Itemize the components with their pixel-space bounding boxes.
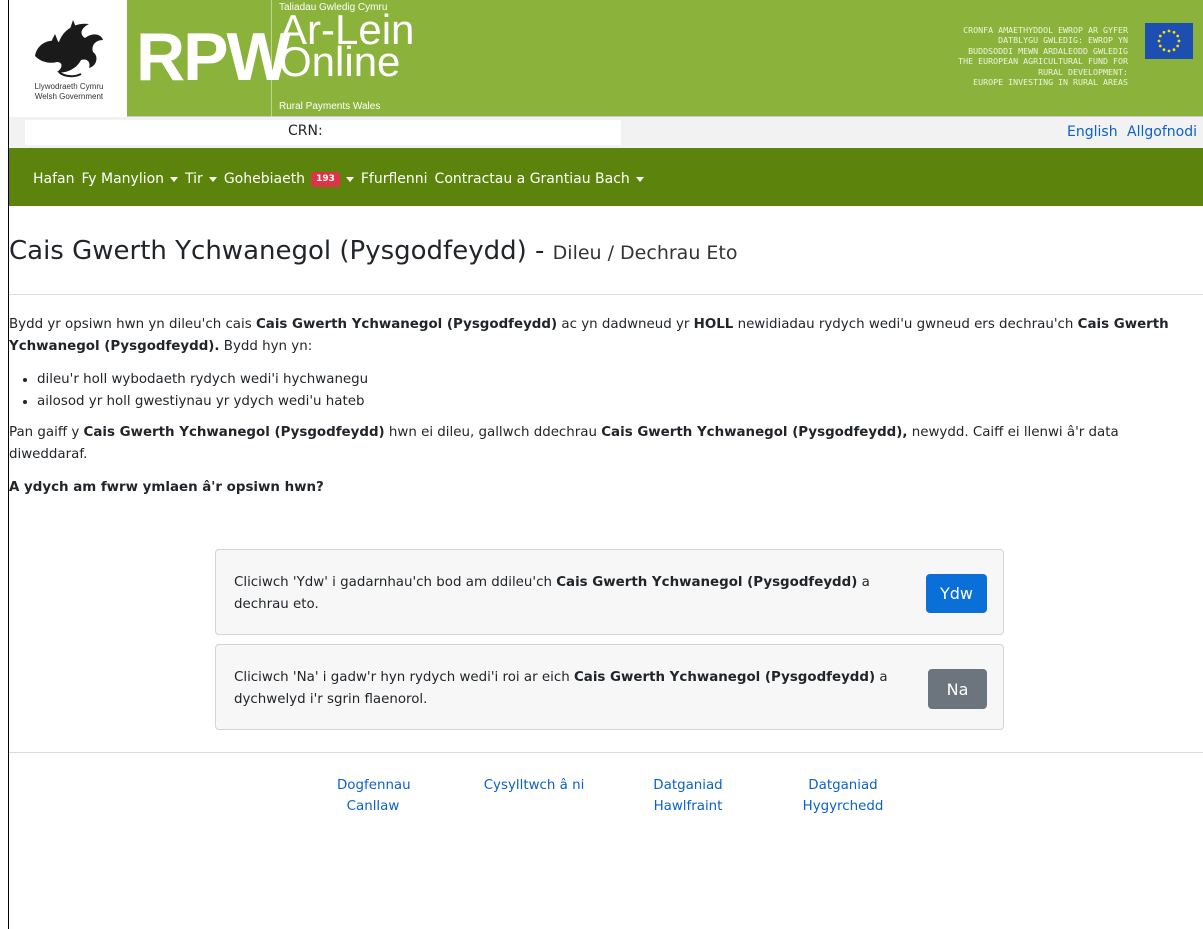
link-line: Datganiad xyxy=(653,778,723,793)
government-name-welsh: Llywodraeth Cymru xyxy=(34,82,104,91)
cancel-card: Cliciwch 'Na' i gadw'r hyn rydych wedi'i… xyxy=(215,644,1004,730)
link-line: Canllaw xyxy=(346,799,400,814)
government-name-english: Welsh Government xyxy=(34,92,104,101)
caret-down-icon xyxy=(345,176,354,182)
application-name: Cais Gwerth Ychwanegol (Pysgodfeydd) xyxy=(83,425,385,440)
nav-label: Hafan xyxy=(33,171,75,187)
eu-flag-icon xyxy=(1145,23,1193,59)
tagline-ar-lein-online: Ar-Lein Online xyxy=(279,9,414,85)
eu-text-line: BUDDSODDI MEWN ARDALEODD GWLEDIG xyxy=(968,45,1128,56)
main-content: Bydd yr opsiwn hwn yn dileu'ch cais Cais… xyxy=(9,314,1189,510)
application-name: Cais Gwerth Ychwanegol (Pysgodfeydd) xyxy=(556,575,858,590)
footer-accessibility-link[interactable]: Datganiad Hygyrchedd xyxy=(796,775,890,817)
text: Bydd yr opsiwn hwn yn dileu'ch cais xyxy=(9,317,256,332)
crn-label: CRN: xyxy=(288,123,323,139)
nav-label: Fy Manylion xyxy=(81,171,165,187)
nav-label: Ffurflenni xyxy=(360,171,428,187)
footer-copyright-link[interactable]: Datganiad Hawlfraint xyxy=(648,775,728,817)
nav-item-contracts[interactable]: Contractau a Grantiau Bach xyxy=(435,171,644,187)
text: Cliciwch 'Na' i gadw'r hyn rydych wedi'i… xyxy=(234,670,574,685)
nav-label: Gohebiaeth xyxy=(223,171,306,187)
main-navbar: Hafan Fy Manylion Tir Gohebiaeth 193 Ffur… xyxy=(9,148,1203,206)
link-line: Dogfennau xyxy=(337,778,411,793)
nav-item-my-details[interactable]: Fy Manylion xyxy=(82,171,179,187)
welsh-government-logo[interactable]: Llywodraeth Cymru Welsh Government xyxy=(9,0,127,117)
confirm-delete-text: Cliciwch 'Ydw' i gadarnhau'ch bod am ddi… xyxy=(234,572,914,616)
nav-item-home[interactable]: Hafan xyxy=(33,171,75,187)
link-line: Hygyrchedd xyxy=(802,799,884,814)
text: Cliciwch 'Ydw' i gadarnhau'ch bod am ddi… xyxy=(234,575,557,590)
nav-item-land[interactable]: Tir xyxy=(185,171,217,187)
caret-down-icon xyxy=(635,176,644,182)
eu-text-line: DATBLYGU GWLEDIG: EWROP YN xyxy=(998,35,1128,46)
intro-paragraph: Bydd yr opsiwn hwn yn dileu'ch cais Cais… xyxy=(9,314,1189,358)
nav-item-forms[interactable]: Ffurflenni xyxy=(361,171,428,187)
list-item: dileu'r holl wybodaeth rydych wedi'i hyc… xyxy=(37,369,1189,391)
link-line: Cysylltwch â ni xyxy=(483,778,585,793)
nav-items: Hafan Fy Manylion Tir Gohebiaeth 193 Ffur… xyxy=(33,171,651,187)
tagline-foot: Rural Payments Wales xyxy=(279,101,381,112)
text: hwn ei dileu, gallwch ddechrau xyxy=(384,425,602,440)
nav-item-correspondence[interactable]: Gohebiaeth 193 xyxy=(224,171,354,187)
effects-list: dileu'r holl wybodaeth rydych wedi'i hyc… xyxy=(37,369,1189,413)
caret-down-icon xyxy=(208,176,217,182)
cancel-text: Cliciwch 'Na' i gadw'r hyn rydych wedi'i… xyxy=(234,667,914,711)
brand-divider xyxy=(271,0,272,117)
text: newidiadau rydych wedi'u gwneud ers dech… xyxy=(733,317,1078,332)
nav-label: Contractau a Grantiau Bach xyxy=(434,171,630,187)
dragon-icon xyxy=(35,20,103,78)
eu-text-line: CRONFA AMAETHYDDOL EWROP AR GYFER xyxy=(963,25,1128,35)
caret-down-icon xyxy=(170,176,179,182)
logout-link[interactable]: Allgofnodi xyxy=(1127,124,1197,140)
page-title: Cais Gwerth Ychwanegol (Pysgodfeydd) - D… xyxy=(9,236,737,266)
nav-label: Tir xyxy=(185,171,203,187)
footer-contact-link[interactable]: Cysylltwch â ni xyxy=(479,775,589,796)
divider xyxy=(9,294,1203,295)
application-name: Cais Gwerth Ychwanegol (Pysgodfeydd) xyxy=(255,317,558,332)
english-link[interactable]: English xyxy=(1067,124,1118,140)
no-button[interactable]: Na xyxy=(928,669,987,709)
page-title-main: Cais Gwerth Ychwanegol (Pysgodfeydd) - xyxy=(9,236,553,266)
confirm-delete-card: Cliciwch 'Ydw' i gadarnhau'ch bod am ddi… xyxy=(215,549,1004,635)
application-name: Cais Gwerth Ychwanegol (Pysgodfeydd) xyxy=(573,670,876,685)
emphasis-all: HOLL xyxy=(693,317,734,332)
text: ac yn dadwneud yr xyxy=(557,317,694,332)
eu-text-line: RURAL DEVELOPMENT: xyxy=(1038,66,1128,77)
list-item: ailosod yr holl gwestiynau yr ydych wedi… xyxy=(37,391,1189,413)
text: Pan gaiff y xyxy=(9,425,84,440)
text: Bydd hyn yn: xyxy=(219,339,313,354)
footer-divider xyxy=(9,752,1203,753)
correspondence-count-badge: 193 xyxy=(311,171,340,187)
site-banner: Llywodraeth Cymru Welsh Government RPW T… xyxy=(9,0,1203,117)
link-line: Hawlfraint xyxy=(653,799,723,814)
eu-funding-text: CRONFA AMAETHYDDOL EWROP AR GYFER DATBLY… xyxy=(828,25,1128,87)
footer-guidance-documents-link[interactable]: Dogfennau Canllaw xyxy=(337,775,411,817)
crn-bar: CRN: English Allgofnodi xyxy=(9,117,1203,148)
link-line: Datganiad xyxy=(808,778,878,793)
eu-text-line: THE EUROPEAN AGRICULTURAL FUND FOR xyxy=(958,56,1128,67)
page-subtitle: Dileu / Dechrau Eto xyxy=(552,242,738,264)
eu-text-line: EUROPE INVESTING IN RURAL AREAS xyxy=(973,77,1128,88)
application-name: Cais Gwerth Ychwanegol (Pysgodfeydd), xyxy=(601,425,908,440)
rpw-logo[interactable]: RPW xyxy=(136,18,291,96)
government-name: Llywodraeth Cymru Welsh Government xyxy=(23,82,115,102)
top-links: English Allgofnodi xyxy=(1067,124,1197,140)
yes-button[interactable]: Ydw xyxy=(926,574,987,613)
confirmation-question: A ydych am fwrw ymlaen â'r opsiwn hwn? xyxy=(9,480,324,495)
crn-field xyxy=(25,120,621,145)
restart-paragraph: Pan gaiff y Cais Gwerth Ychwanegol (Pysg… xyxy=(9,422,1189,466)
tagline-english: Online xyxy=(279,38,401,85)
